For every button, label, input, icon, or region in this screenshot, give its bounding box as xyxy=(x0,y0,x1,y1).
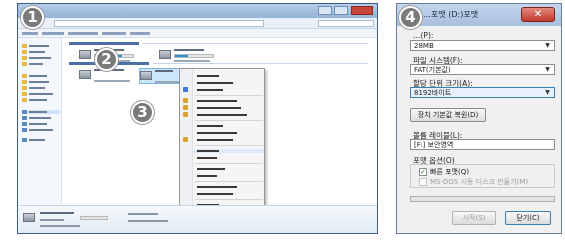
quick-format-checkbox[interactable]: ✓ xyxy=(419,168,427,176)
msdos-startup-label: MS-DOS 시동 디스크 만들기(M) xyxy=(430,178,529,186)
removable-drive-icon xyxy=(140,71,152,80)
restore-defaults-button[interactable]: 장치 기본값 복원(D) xyxy=(410,108,486,122)
star-icon xyxy=(22,44,27,48)
lock-icon xyxy=(183,112,188,117)
dropdown-arrow-icon: ▼ xyxy=(545,66,550,73)
dropdown-arrow-icon: ▼ xyxy=(545,42,550,49)
drive-removable-selected[interactable] xyxy=(139,68,183,84)
hard-drive-icon xyxy=(159,50,171,59)
capacity-label: …(P): xyxy=(413,31,434,40)
group-divider xyxy=(153,63,368,64)
folder-icon xyxy=(22,62,27,66)
explorer-titlebar xyxy=(18,4,377,18)
drive-d[interactable] xyxy=(159,48,229,64)
minimize-button[interactable] xyxy=(318,6,332,15)
step-badge-2: 2 xyxy=(95,48,118,71)
folder-icon xyxy=(22,80,27,84)
toolbar-item[interactable] xyxy=(130,32,150,35)
address-field[interactable] xyxy=(54,20,264,27)
hard-drive-icon xyxy=(79,50,91,59)
library-icon xyxy=(183,137,188,142)
maximize-button[interactable] xyxy=(334,6,348,15)
toolbar-item[interactable] xyxy=(22,32,38,35)
navigation-pane xyxy=(18,38,62,206)
toolbar-item[interactable] xyxy=(68,32,98,35)
msdos-startup-checkbox[interactable] xyxy=(419,178,427,186)
dialog-close-button[interactable]: ✕ xyxy=(521,7,555,22)
folder-icon xyxy=(22,86,27,90)
group-divider xyxy=(143,43,368,44)
nav-item-computer[interactable] xyxy=(22,110,60,114)
hard-disk-group-header xyxy=(69,42,139,45)
step-badge-4: 4 xyxy=(399,6,422,29)
step-badge-1: 1 xyxy=(21,6,44,29)
shield-icon xyxy=(183,87,188,92)
folder-icon xyxy=(22,92,27,96)
toolbar-item[interactable] xyxy=(102,32,126,35)
dvd-drive-icon xyxy=(79,70,91,79)
step-badge-3: 3 xyxy=(131,101,154,124)
details-pane xyxy=(18,205,377,233)
drive-icon xyxy=(22,122,27,126)
toolbar-item[interactable] xyxy=(42,32,64,35)
filesystem-select[interactable]: FAT(기본값) ▼ xyxy=(410,64,555,75)
removable-drive-icon xyxy=(23,213,35,222)
address-bar xyxy=(18,18,377,29)
shield-icon xyxy=(183,105,188,110)
format-options-group: ✓ 빠른 포맷(Q) MS-DOS 시동 디스크 만들기(M) xyxy=(410,164,555,188)
drive-icon xyxy=(22,128,27,132)
explorer-window xyxy=(17,3,378,234)
format-progress-bar xyxy=(410,196,555,202)
dropdown-arrow-icon: ▼ xyxy=(545,89,550,96)
scan-icon xyxy=(183,98,188,103)
context-menu xyxy=(179,68,265,218)
close-button[interactable] xyxy=(351,6,373,15)
format-dialog: …포맷 (D:)포맷 ✕ …(P): 28MB ▼ 파일 시스템(F): FAT… xyxy=(396,3,562,234)
close-dialog-button[interactable]: 닫기(C) xyxy=(505,211,551,225)
computer-icon xyxy=(22,110,27,114)
folder-icon xyxy=(22,56,27,60)
menu-item-format[interactable] xyxy=(194,149,264,153)
folder-icon xyxy=(22,98,27,102)
drive-icon xyxy=(22,116,27,120)
usage-bar xyxy=(80,216,108,220)
explorer-toolbar xyxy=(18,29,377,38)
folder-icon xyxy=(22,50,27,54)
dialog-title: …포맷 (D:)포맷 xyxy=(423,10,479,19)
search-field[interactable] xyxy=(318,20,374,27)
start-button[interactable]: 시작(S) xyxy=(452,211,496,225)
capacity-select[interactable]: 28MB ▼ xyxy=(410,40,555,51)
library-icon xyxy=(22,74,27,78)
allocation-select[interactable]: 8192바이트 ▼ xyxy=(410,87,555,98)
network-icon xyxy=(22,138,27,142)
volume-label-input[interactable]: [F:] 보안영역 xyxy=(410,139,555,150)
quick-format-label: 빠른 포맷(Q) xyxy=(430,168,469,176)
